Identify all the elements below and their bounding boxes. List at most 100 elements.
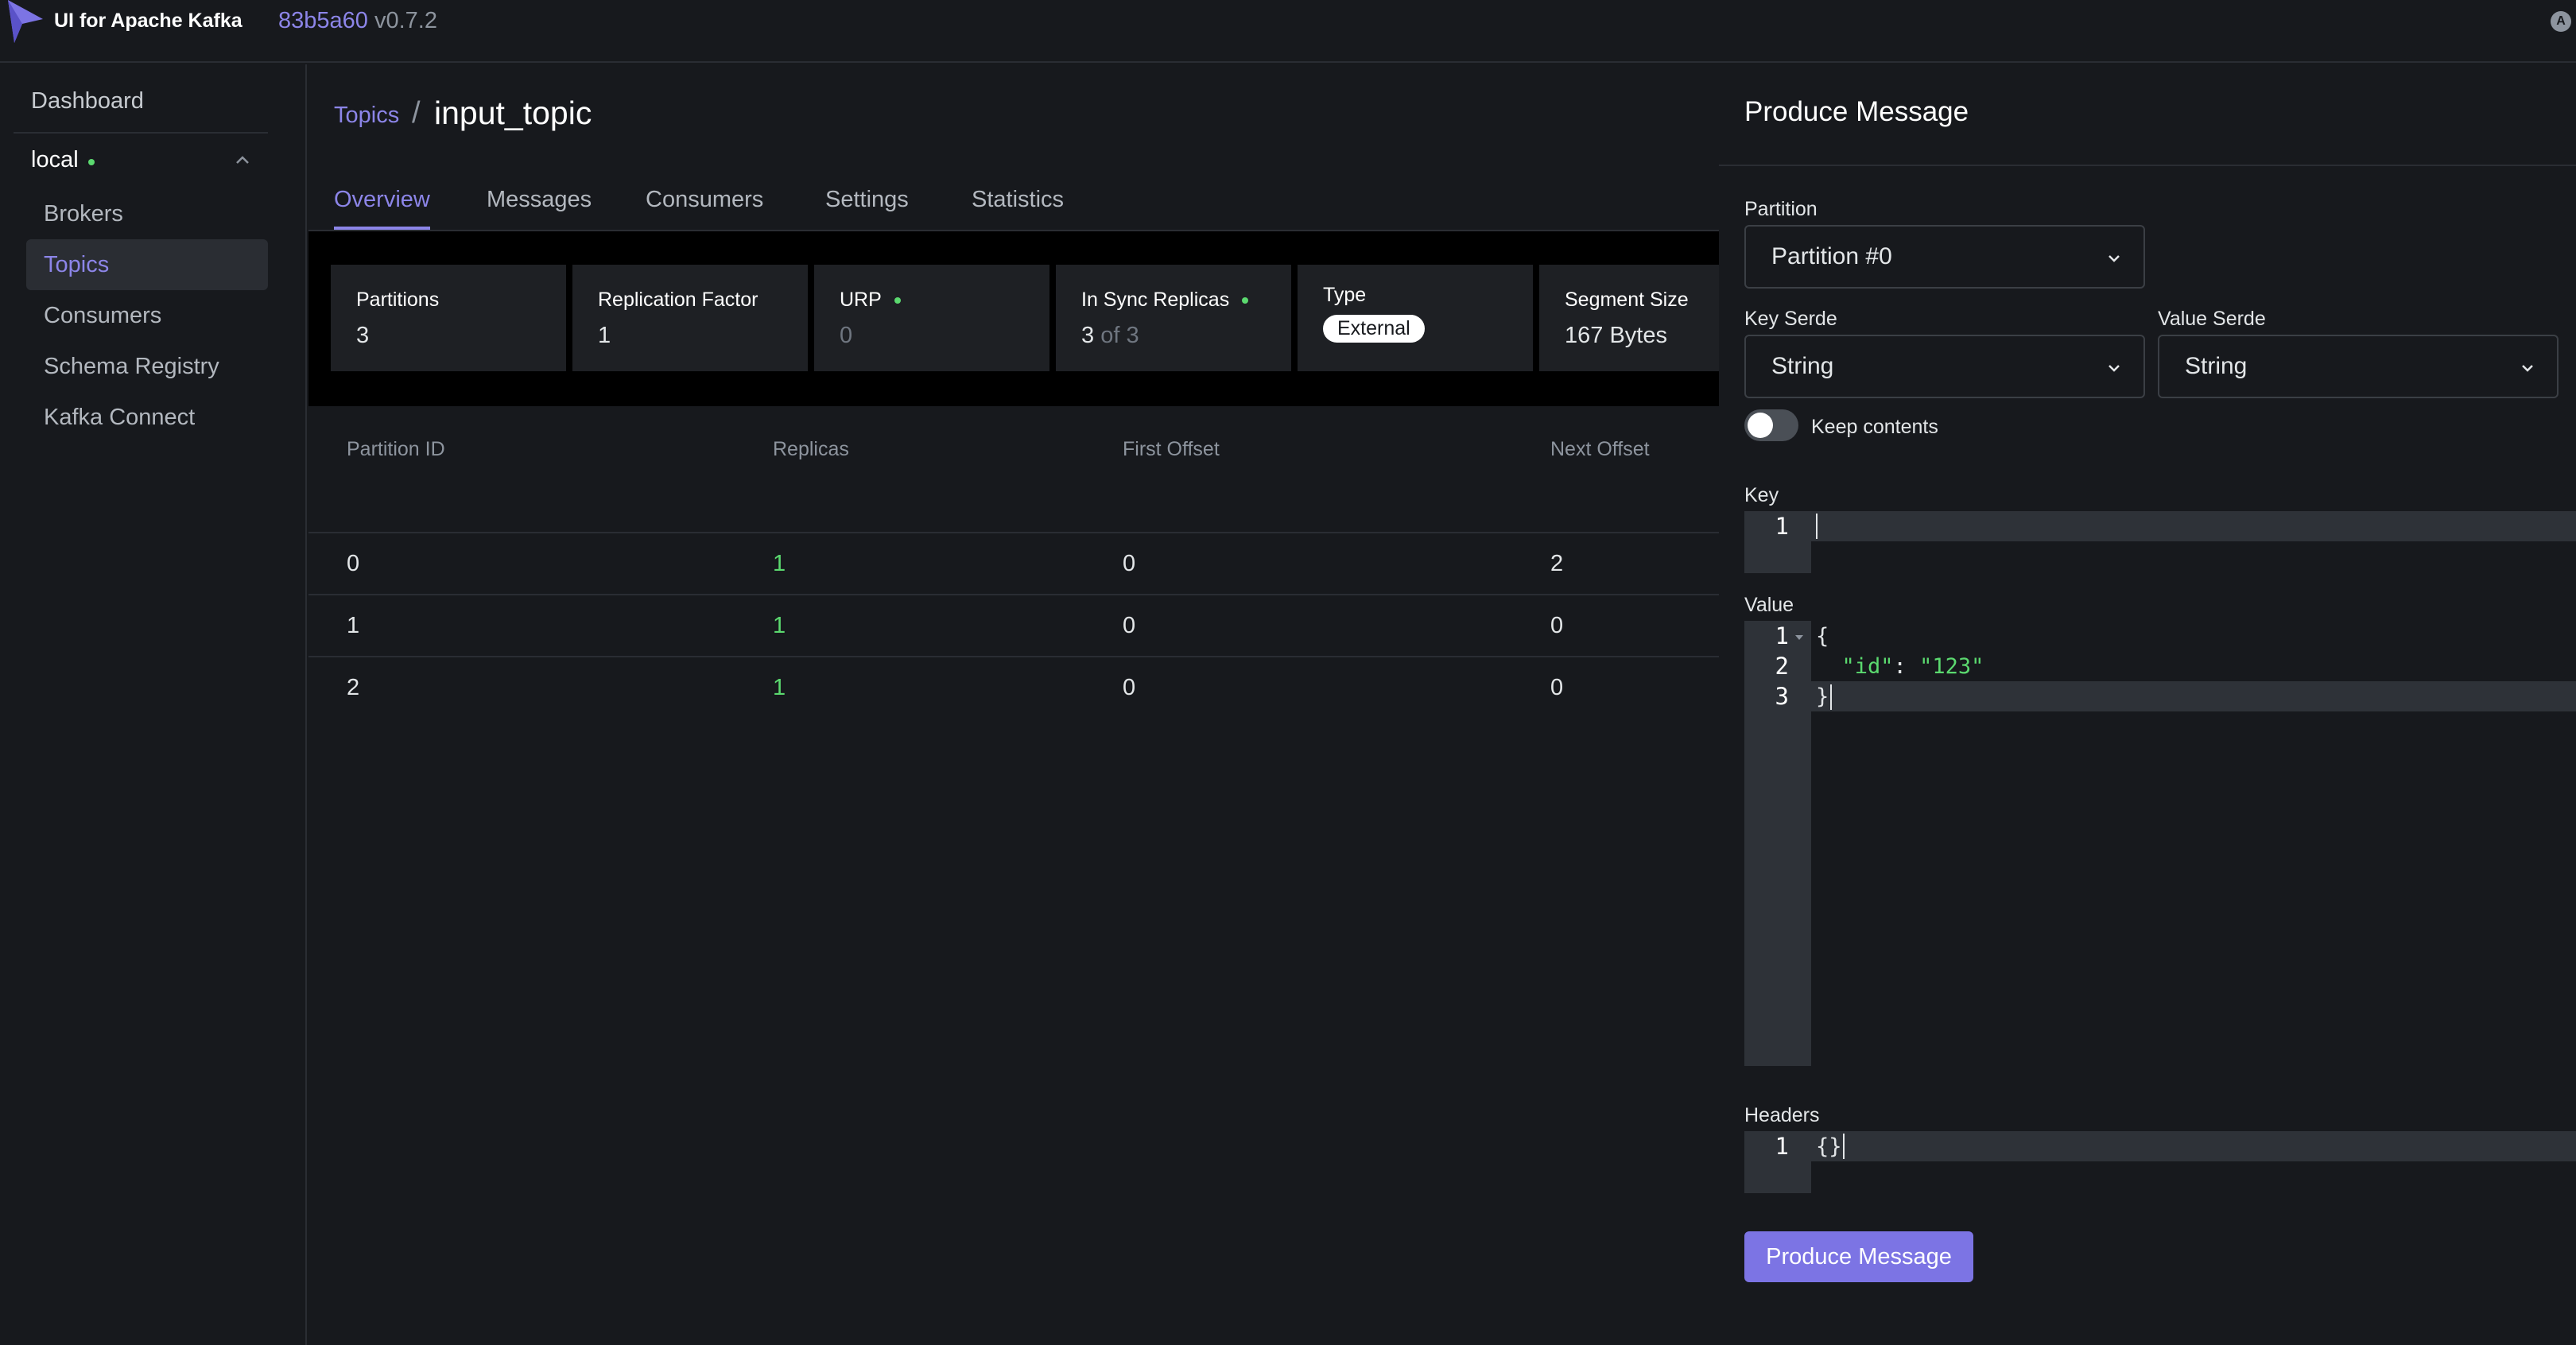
keep-contents-label: Keep contents [1811,416,1938,438]
value-editor[interactable]: 1 2 3 { "id": "123" } [1744,621,2576,1066]
stat-in-sync-replicas: In Sync Replicas 3 of 3 [1056,265,1291,371]
line-number: 1 [1775,1133,1789,1160]
stat-label: Replication Factor [598,289,758,311]
json-separator: : [1893,654,1920,679]
key-serde-label: Key Serde [1744,308,1837,330]
stat-value-row: 0 [840,323,1024,349]
cell-replicas: 1 [773,675,786,700]
headers-label: Headers [1744,1104,1820,1126]
tab-messages[interactable]: Messages [487,179,592,230]
stat-label-row: URP [840,289,1024,312]
stat-value: 167 Bytes [1565,323,1667,348]
table-row[interactable]: 1 1 0 0 [308,594,1719,656]
cell-partition-id: 2 [347,675,360,700]
page-title: input_topic [434,95,592,131]
column-header-next-offset[interactable]: Next Offset [1550,438,1650,461]
status-dot [1242,297,1249,304]
sidebar-item-consumers[interactable]: Consumers [26,290,268,341]
main-content: Topics / input_topic Overview Messages C… [308,64,1719,1345]
cell-first-offset: 0 [1123,675,1136,700]
json-key: "id" [1841,654,1894,679]
cell-replicas: 1 [773,551,786,576]
value-label: Value [1744,594,1794,616]
cell-first-offset: 0 [1123,613,1136,638]
stat-label: Type [1323,284,1367,306]
column-header-first-offset[interactable]: First Offset [1123,438,1220,461]
stat-label: In Sync Replicas [1081,289,1230,311]
text-cursor [1816,514,1818,539]
cell-first-offset: 0 [1123,551,1136,576]
sidebar-item-brokers[interactable]: Brokers [26,188,268,239]
value-serde-select[interactable]: String [2158,335,2559,398]
stat-value-suffix: of 3 [1100,323,1139,348]
stat-replication-factor: Replication Factor 1 [572,265,808,371]
value-serde-label: Value Serde [2158,308,2266,330]
breadcrumb-separator: / [412,96,421,130]
cell-replicas: 1 [773,613,786,638]
tab-overview[interactable]: Overview [334,179,430,230]
stat-label: URP [840,289,882,311]
sidebar-item-topics[interactable]: Topics [26,239,268,290]
line-number: 1 [1775,513,1789,540]
cell-partition-id: 0 [347,551,360,576]
commit-link[interactable]: 83b5a60 [278,8,368,33]
sidebar-item-schema-registry[interactable]: Schema Registry [26,341,268,392]
partitions-table: Partition ID Replicas First Offset Next … [308,406,1719,724]
stat-label: Segment Size [1565,289,1689,311]
stat-label-row: In Sync Replicas [1081,289,1266,312]
text-cursor [1843,1134,1845,1159]
code-line: {} [1816,1134,1842,1159]
user-avatar-icon[interactable]: A [2551,11,2571,32]
toggle-knob [1748,413,1773,438]
chevron-down-icon [2109,255,2120,262]
kafka-logo-icon[interactable] [6,0,45,45]
cell-next-offset: 0 [1550,613,1564,638]
table-row[interactable]: 0 1 0 2 [308,532,1719,594]
active-line-highlight [1811,681,2576,711]
breadcrumb-topics-link[interactable]: Topics [334,103,399,129]
stat-segment-size: Segment Size 167 Bytes [1539,265,1719,371]
sidebar-divider [14,132,268,134]
sidebar-item-kafka-connect[interactable]: Kafka Connect [26,392,268,443]
chevron-up-icon[interactable] [234,152,251,169]
code-line: } [1816,684,1829,709]
produce-message-panel: Produce Message Partition Partition #0 K… [1719,64,2576,1345]
key-editor[interactable]: 1 [1744,511,2576,573]
stat-value: 1 [598,323,611,348]
topic-tabs: Overview Messages Consumers Settings Sta… [308,179,1719,231]
column-header-replicas[interactable]: Replicas [773,438,849,461]
partition-select[interactable]: Partition #0 [1744,225,2145,289]
line-number: 3 [1775,683,1789,710]
fold-arrow-icon[interactable] [1794,632,1805,643]
version-info: 83b5a60 v0.7.2 [278,8,437,34]
active-line-highlight [1811,511,2576,541]
stat-urp: URP 0 [814,265,1049,371]
key-serde-select[interactable]: String [1744,335,2145,398]
chevron-down-icon [2522,365,2533,372]
tab-settings[interactable]: Settings [825,179,909,230]
code-line: { [1816,624,1829,649]
column-header-partition-id[interactable]: Partition ID [347,438,445,461]
stat-value-row: 3 of 3 [1081,323,1266,349]
code-line: "id": "123" [1816,654,1984,679]
top-navigation: UI for Apache Kafka 83b5a60 v0.7.2 A [0,0,2576,63]
version-number: v0.7.2 [374,8,437,33]
headers-editor[interactable]: 1 {} [1744,1131,2576,1193]
partition-label: Partition [1744,198,1818,220]
stat-label: Partitions [356,289,440,311]
stat-type: Type External [1298,265,1533,371]
sidebar-item-dashboard[interactable]: Dashboard [31,88,144,114]
stat-value: 0 [840,323,853,348]
line-number: 2 [1775,653,1789,680]
cluster-name[interactable]: local [31,147,79,173]
key-serde-value: String [1771,353,1834,379]
produce-message-button[interactable]: Produce Message [1744,1231,1973,1282]
line-number: 1 [1775,622,1789,649]
app-title[interactable]: UI for Apache Kafka [54,10,242,33]
keep-contents-toggle[interactable] [1744,409,1798,441]
tab-statistics[interactable]: Statistics [972,179,1064,230]
chevron-down-icon [2109,365,2120,372]
table-row[interactable]: 2 1 0 0 [308,656,1719,718]
tab-consumers[interactable]: Consumers [646,179,763,230]
active-line-highlight [1811,1131,2576,1161]
